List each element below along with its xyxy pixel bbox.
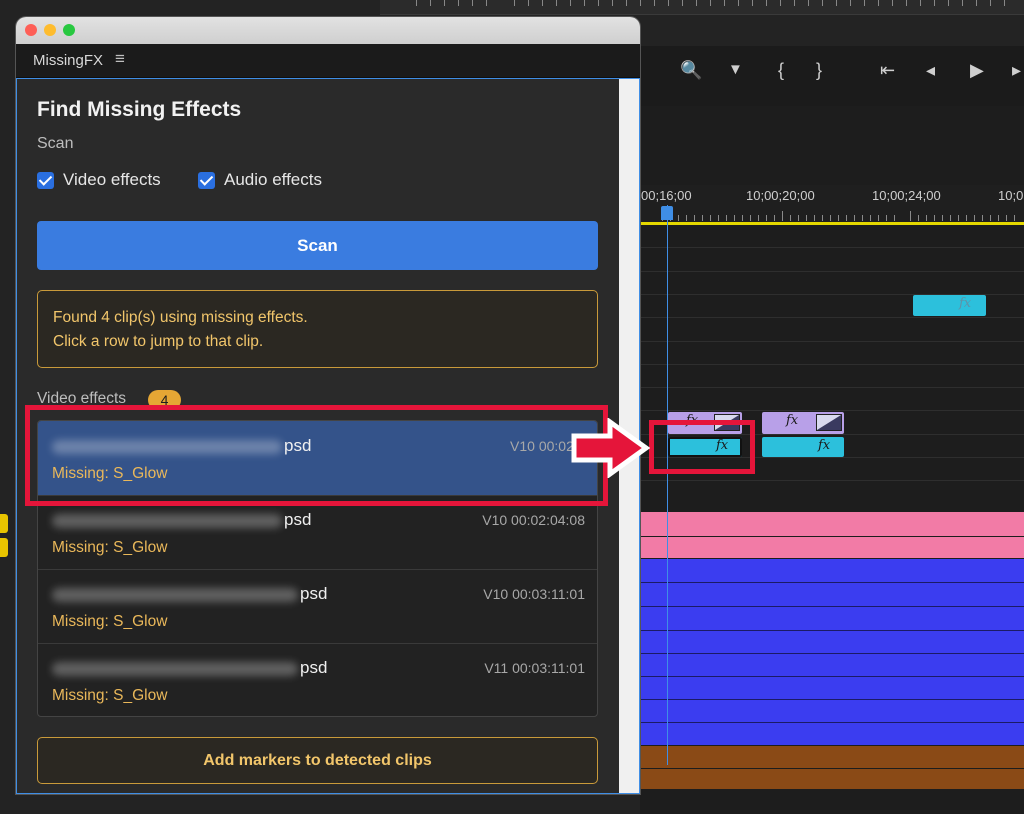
track-clip-blue[interactable] xyxy=(640,559,1024,745)
list-item[interactable]: psd V11 00:03:11:01 Missing: S_Glow xyxy=(38,643,597,716)
mark-in-icon[interactable]: { xyxy=(778,60,784,80)
track-clip-pink[interactable] xyxy=(640,537,1024,558)
hamburger-menu-icon[interactable]: ≡ xyxy=(115,49,125,69)
clip-track-timecode: V10 00:02:04:08 xyxy=(482,512,585,528)
ruler-label: 00;16;00 xyxy=(641,188,692,203)
redacted-filename xyxy=(52,587,298,602)
step-forward-icon[interactable]: ▸ xyxy=(1012,60,1021,80)
add-markers-button[interactable]: Add markers to detected clips xyxy=(37,737,598,784)
track-label-badge xyxy=(0,514,8,533)
clip-thumbnail xyxy=(816,414,842,431)
mark-out-icon[interactable]: } xyxy=(816,60,822,80)
results-notice: Found 4 clip(s) using missing effects. C… xyxy=(37,290,598,368)
window-titlebar[interactable] xyxy=(16,17,640,44)
fx-badge: fx xyxy=(818,438,831,453)
file-extension: psd xyxy=(300,584,328,603)
checkbox-checked-icon[interactable] xyxy=(198,171,215,189)
redacted-filename xyxy=(52,513,282,528)
audio-effects-checkbox[interactable]: Audio effects xyxy=(198,170,322,190)
ruler-label: 10;00;24;00 xyxy=(872,188,941,203)
fx-badge: fx xyxy=(786,413,799,428)
file-extension: psd xyxy=(284,510,312,529)
annotation-arrow-icon xyxy=(571,418,650,478)
ruler-label: 10;00;20;00 xyxy=(746,188,815,203)
checkbox-checked-icon[interactable] xyxy=(37,171,54,189)
track-clip-brown[interactable] xyxy=(640,769,1024,789)
panel-tab-header: MissingFX ≡ xyxy=(16,44,640,78)
file-extension: psd xyxy=(300,658,328,677)
timeline-ruler[interactable]: 00;16;00 10;00;20;00 10;00;24;00 10;0 xyxy=(640,185,1024,223)
annotation-highlight-row xyxy=(25,405,608,506)
track-clip-brown[interactable] xyxy=(640,746,1024,768)
work-area-bar[interactable] xyxy=(640,222,1024,225)
checkbox-label: Audio effects xyxy=(224,170,322,189)
track-label-badge xyxy=(0,538,8,557)
minimize-window-button[interactable] xyxy=(44,24,56,36)
playhead-handle[interactable] xyxy=(661,206,673,220)
missing-effect-label: Missing: S_Glow xyxy=(52,539,168,556)
fx-badge: fx xyxy=(959,296,972,311)
scan-section-label: Scan xyxy=(37,135,74,152)
ruler-label: 10;0 xyxy=(998,188,1024,203)
go-to-in-icon[interactable]: ⇤ xyxy=(880,60,895,80)
missing-effect-label: Missing: S_Glow xyxy=(52,687,168,704)
annotation-highlight-clip xyxy=(649,420,755,474)
zoom-window-button[interactable] xyxy=(63,24,75,36)
list-item[interactable]: psd V10 00:02:04:08 Missing: S_Glow xyxy=(38,495,597,570)
notice-line: Found 4 clip(s) using missing effects. xyxy=(53,309,308,326)
clip-name: psd xyxy=(52,584,327,604)
clip-name: psd xyxy=(52,658,327,678)
play-icon[interactable]: ▶ xyxy=(970,60,984,80)
notice-line: Click a row to jump to that clip. xyxy=(53,333,264,350)
missing-effect-label: Missing: S_Glow xyxy=(52,613,168,630)
page-title: Find Missing Effects xyxy=(37,98,242,121)
list-item[interactable]: psd V10 00:03:11:01 Missing: S_Glow xyxy=(38,569,597,644)
timeline-clip[interactable]: fx xyxy=(762,412,844,434)
close-window-button[interactable] xyxy=(25,24,37,36)
clip-track-timecode: V11 00:03:11:01 xyxy=(484,660,585,676)
timeline-clip[interactable]: fx xyxy=(762,437,844,457)
redacted-filename xyxy=(52,661,298,676)
playhead[interactable] xyxy=(667,205,668,765)
scan-button[interactable]: Scan xyxy=(37,221,598,270)
checkbox-label: Video effects xyxy=(63,170,161,189)
zoom-inspect-icon[interactable]: 🔍 xyxy=(680,60,702,80)
video-effects-checkbox[interactable]: Video effects xyxy=(37,170,161,190)
step-back-icon[interactable]: ◂ xyxy=(926,60,935,80)
top-time-ruler xyxy=(380,0,1024,15)
clip-name: psd xyxy=(52,510,311,530)
track-clip-pink[interactable] xyxy=(640,512,1024,536)
clip-track-timecode: V10 00:03:11:01 xyxy=(483,586,585,602)
panel-tab-title[interactable]: MissingFX xyxy=(33,52,103,69)
add-marker-icon[interactable]: ▼ xyxy=(728,60,743,80)
timeline-clip[interactable]: fx xyxy=(913,295,986,316)
